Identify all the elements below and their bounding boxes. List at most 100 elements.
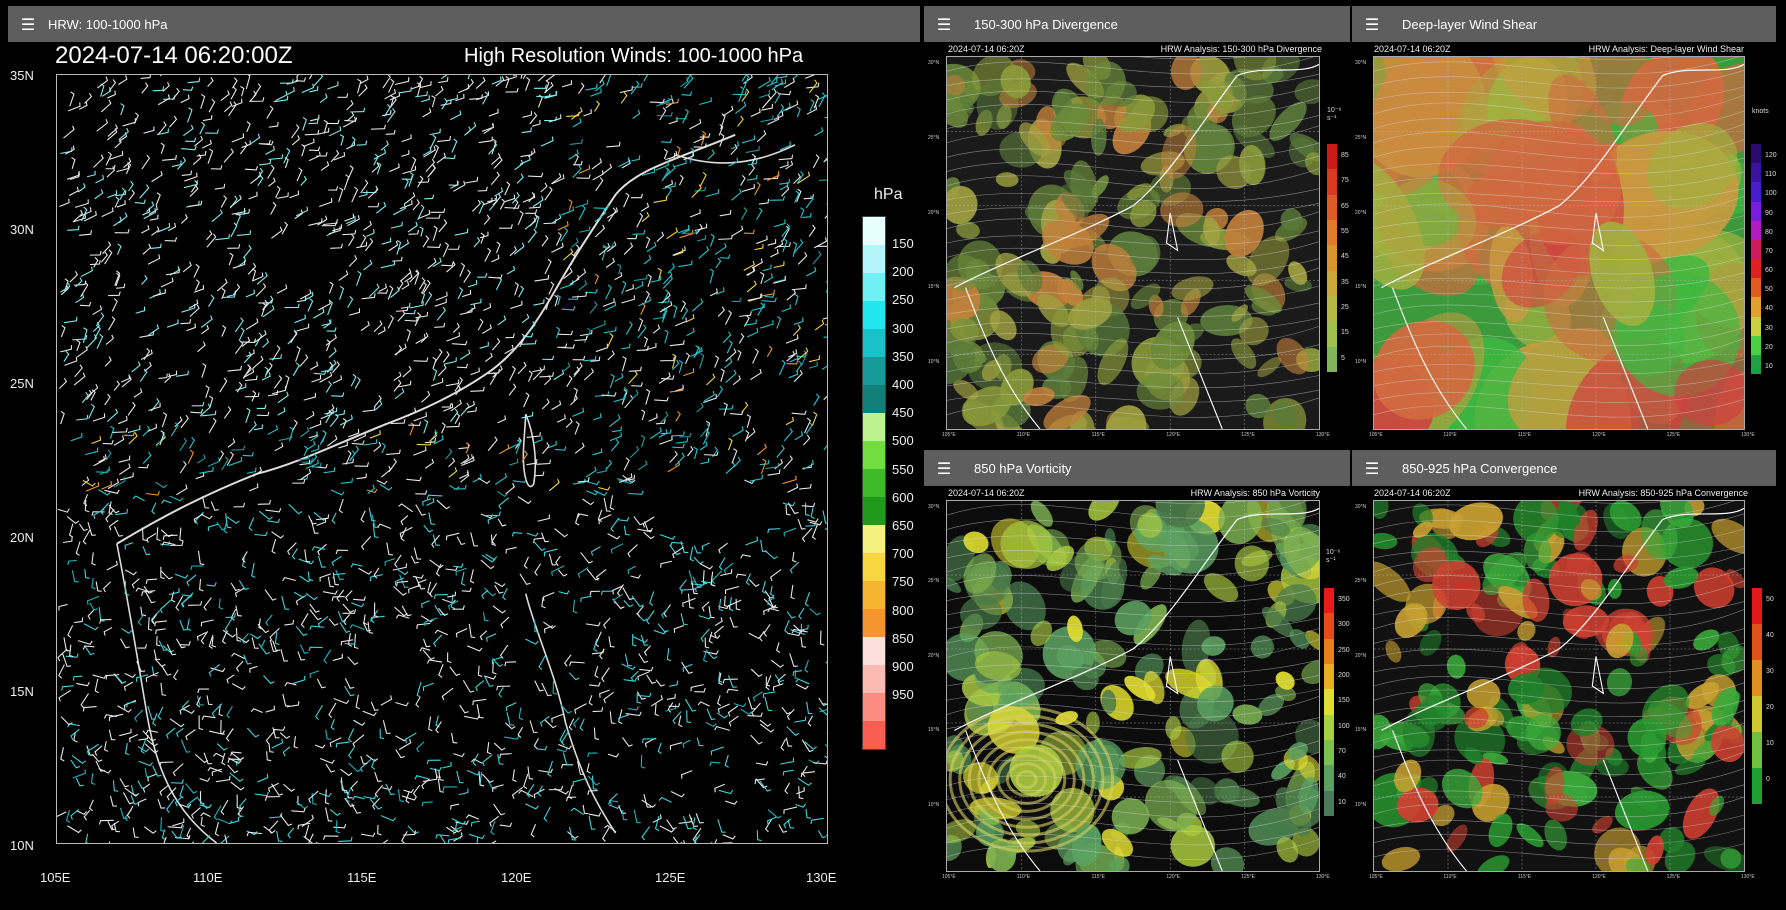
wind-barb [812,250,822,265]
shear-map[interactable] [1373,56,1745,430]
wind-barb [188,436,196,449]
wind-barb [460,402,470,416]
colorbar-swatch [1324,790,1334,816]
wind-barb [350,107,366,113]
divergence-map[interactable] [946,56,1320,430]
wind-barb [271,226,283,239]
wind-barb [246,467,257,474]
wind-barb [112,427,128,434]
convergence-map[interactable] [1373,500,1745,872]
wind-barb [750,734,763,745]
wind-barb [415,504,426,516]
vorticity-panel-header: ☰ 850 hPa Vorticity [924,450,1350,486]
wind-barb [77,183,86,193]
wind-barb [308,431,318,439]
wind-barb [429,128,441,136]
wind-barb [58,664,65,679]
wind-barb [328,347,337,359]
colorbar-swatch [1324,765,1334,791]
wind-barb [423,638,431,648]
wind-barb [625,321,633,335]
wind-barb [428,512,436,525]
wind-barb [82,706,97,712]
wind-barb [299,426,310,438]
wind-barb [606,141,621,148]
colorbar-swatch [1752,768,1762,804]
wind-barb [811,411,818,426]
wind-barb [482,612,489,622]
wind-barb [504,735,520,740]
legend-swatch [863,441,885,469]
wind-barb [286,86,295,96]
wind-barb [317,543,327,556]
wind-barb [757,443,767,456]
wind-barb [583,368,594,381]
hamburger-menu-icon[interactable]: ☰ [8,6,48,42]
hamburger-menu-icon[interactable]: ☰ [1352,450,1392,486]
wind-barb [789,653,798,667]
wind-barb [479,630,488,641]
wind-barb [732,90,747,96]
wind-barb [698,246,710,259]
hamburger-menu-icon[interactable]: ☰ [924,450,964,486]
wind-barb [504,204,520,209]
wind-barb [325,339,331,352]
wind-barb [819,708,827,713]
wind-barb [199,466,214,474]
wind-barb [72,769,86,779]
wind-barb [380,815,397,822]
wind-barb [225,728,234,742]
wind-barb [514,159,524,171]
wind-barb [422,649,435,660]
wind-barb [367,202,380,208]
wind-barb [594,273,600,285]
wind-barb [809,99,815,112]
wind-barb [251,562,256,578]
wind-barb [762,264,772,272]
wind-barb [340,477,353,484]
wind-barb [499,224,513,229]
wind-barb [727,705,739,717]
vorticity-map[interactable] [946,500,1320,872]
wind-barb [529,213,538,227]
wind-barb [530,824,537,838]
wind-barb [541,398,550,410]
wind-barb [416,741,425,753]
wind-barb [206,233,217,248]
wind-barb [308,790,319,804]
shear-unit: knots [1752,108,1769,115]
wind-barb [176,727,184,738]
wind-barb [205,385,210,399]
wind-barb [330,243,343,249]
wind-barb [511,786,524,799]
wind-barb [536,745,548,751]
wind-barb [778,359,786,376]
wind-barb [78,523,88,532]
wind-barb [143,826,157,834]
wind-barb [322,590,338,595]
wind-barb [118,463,131,476]
wind-barb [814,319,825,331]
hamburger-menu-icon[interactable]: ☰ [1352,6,1392,42]
wind-barb [432,225,438,242]
wind-barb [453,752,465,758]
wind-barb [493,742,506,751]
wind-barb [666,693,676,701]
wind-barb [360,510,366,523]
wind-barb [201,835,211,843]
wind-barb [83,810,91,821]
wind-barb-map[interactable] [56,74,828,844]
wind-barb [716,712,728,719]
hamburger-menu-icon[interactable]: ☰ [924,6,964,42]
wind-barb [271,738,284,749]
wind-barb [472,698,487,706]
wind-barb [170,422,179,437]
wind-barb [541,682,552,697]
wind-barb [768,597,778,609]
wind-barb [374,784,384,798]
wind-barb [348,254,358,267]
wind-barb [666,227,678,240]
wind-barb [76,681,90,687]
wind-barb [230,781,245,791]
wind-barb [124,580,130,596]
